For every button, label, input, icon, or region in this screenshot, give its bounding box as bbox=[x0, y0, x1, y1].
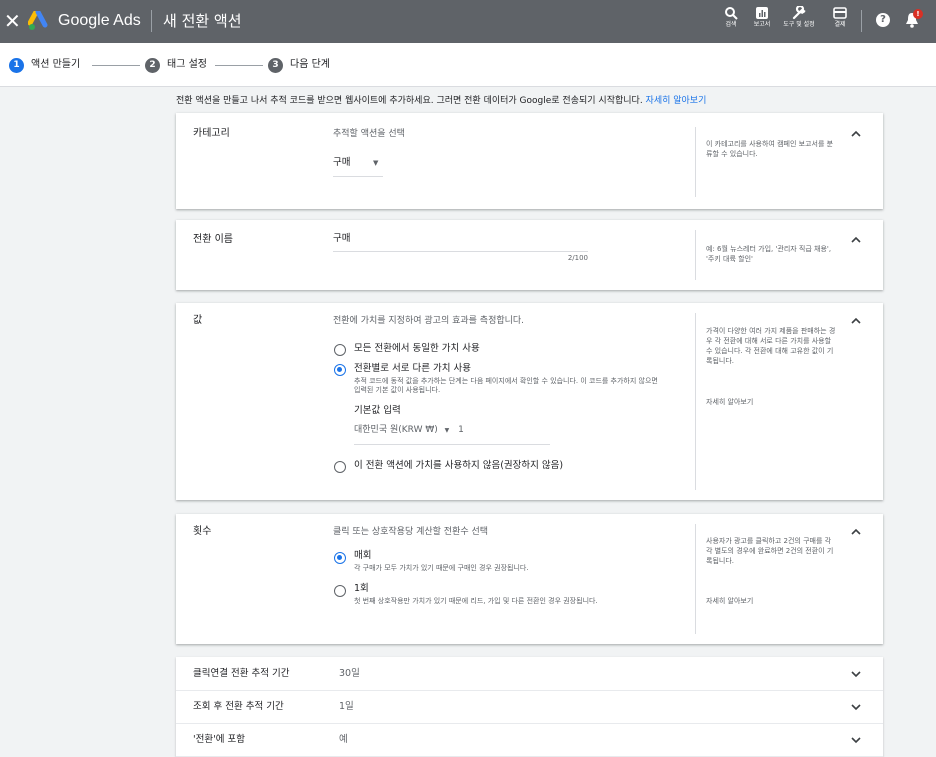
step-connector bbox=[215, 65, 263, 66]
row-value: 1일 bbox=[339, 701, 354, 712]
value-help: 가격이 다양한 여러 가지 제품을 판매하는 경우 각 전환에 대해 서로 다른… bbox=[706, 327, 836, 365]
step-number: 3 bbox=[268, 57, 283, 73]
radio-one-desc: 첫 번째 상호작용만 가치가 있기 때문에 리드, 가입 및 다른 전환인 경우… bbox=[354, 597, 598, 605]
value-prompt: 전환에 가치를 지정하여 광고의 효과를 측정합니다. bbox=[333, 316, 525, 326]
row-label: 조회 후 전환 추적 기간 bbox=[193, 701, 284, 712]
click-through-window-row[interactable]: 클릭연결 전환 추적 기간 30일 bbox=[176, 657, 883, 691]
step-label: 다음 단계 bbox=[290, 59, 330, 70]
category-help: 이 카테고리를 사용하여 캠페인 보고서를 분류할 수 있습니다. bbox=[706, 140, 834, 158]
step-label: 태그 설정 bbox=[167, 59, 207, 70]
radio-different-values-desc: 추적 코드에 동적 값을 추가하는 단계는 다음 페이지에서 확인할 수 있습니… bbox=[354, 377, 658, 394]
step-create-action[interactable]: 1 액션 만들기 bbox=[9, 57, 80, 73]
collapsed-settings: 클릭연결 전환 추적 기간 30일 조회 후 전환 추적 기간 1일 '전환'에… bbox=[176, 657, 883, 757]
chevron-up-icon[interactable] bbox=[849, 233, 863, 247]
radio-same-value-label: 모든 전환에서 동일한 가치 사용 bbox=[354, 343, 480, 354]
step-connector bbox=[92, 65, 140, 66]
header-divider bbox=[151, 10, 152, 32]
category-card: 카테고리 추적할 액션을 선택 구매 ▼ 이 카테고리를 사용하여 캠페인 보고… bbox=[176, 113, 883, 209]
row-value: 예 bbox=[339, 734, 348, 745]
chevron-up-icon[interactable] bbox=[849, 127, 863, 141]
reports-tool-button[interactable]: 보고서 bbox=[744, 6, 780, 28]
radio-every-desc: 각 구매가 모두 가치가 있기 때문에 구매인 경우 권장됩니다. bbox=[354, 564, 529, 572]
radio-every[interactable] bbox=[334, 552, 346, 564]
card-divider bbox=[695, 230, 696, 280]
step-tag-setup[interactable]: 2 태그 설정 bbox=[145, 57, 207, 73]
top-app-bar: ✕ Google Ads 새 전환 액션 검색 보고서 도구 및 설정 결제 ?… bbox=[0, 0, 936, 43]
radio-same-value[interactable] bbox=[334, 344, 346, 356]
stepper: 1 액션 만들기 2 태그 설정 3 다음 단계 bbox=[0, 43, 936, 87]
count-prompt: 클릭 또는 상호작용당 계산할 전환수 선택 bbox=[333, 527, 489, 537]
count-learn-more-link[interactable]: 자세히 알아보기 bbox=[706, 596, 836, 606]
radio-different-values[interactable] bbox=[334, 364, 346, 376]
close-icon[interactable]: ✕ bbox=[4, 9, 21, 33]
step-number: 1 bbox=[9, 57, 24, 73]
conversion-name-input[interactable]: 구매 bbox=[333, 232, 588, 252]
header-divider-right bbox=[861, 10, 862, 32]
radio-no-value[interactable] bbox=[334, 461, 346, 473]
card-title: 값 bbox=[193, 315, 203, 326]
billing-tool-button[interactable]: 결제 bbox=[822, 6, 858, 28]
intro-learn-more-link[interactable]: 자세히 알아보기 bbox=[646, 96, 707, 106]
view-through-window-row[interactable]: 조회 후 전환 추적 기간 1일 bbox=[176, 690, 883, 724]
step-label: 액션 만들기 bbox=[31, 59, 81, 70]
dropdown-arrow-icon: ▼ bbox=[373, 159, 379, 167]
default-value-input[interactable]: 1 bbox=[458, 425, 464, 435]
billing-tool-label: 결제 bbox=[834, 21, 846, 28]
help-icon[interactable]: ? bbox=[876, 13, 890, 27]
brand-name: Google Ads bbox=[58, 12, 141, 29]
google-ads-logo-icon bbox=[28, 11, 48, 30]
card-title: 전환 이름 bbox=[193, 234, 233, 245]
tools-settings-label: 도구 및 설정 bbox=[783, 21, 815, 28]
count-help: 사용자가 광고를 클릭하고 2건의 구매를 각각 별도의 경우에 완료하면 2건… bbox=[706, 537, 834, 565]
char-counter: 2/100 bbox=[567, 254, 588, 262]
tools-settings-button[interactable]: 도구 및 설정 bbox=[781, 6, 817, 28]
default-value-label: 기본값 입력 bbox=[354, 405, 401, 416]
row-label: '전환'에 포함 bbox=[193, 734, 245, 745]
radio-different-values-label: 전환별로 서로 다른 가치 사용 bbox=[354, 363, 471, 374]
chevron-down-icon[interactable] bbox=[849, 667, 863, 681]
intro-body: 전환 액션을 만들고 나서 추적 코드를 받으면 웹사이트에 추가하세요. 그러… bbox=[176, 96, 646, 106]
radio-one-label: 1회 bbox=[354, 583, 369, 594]
notification-badge: ! bbox=[913, 9, 923, 19]
name-help: 예: 6월 뉴스레터 가입, '관리자 직급 채용', '주키 대륙 할인' bbox=[706, 245, 832, 263]
default-value-field[interactable]: 대한민국 원(KRW ₩) ▼ 1 bbox=[354, 424, 550, 445]
card-divider bbox=[695, 524, 696, 634]
wrench-icon bbox=[792, 6, 806, 20]
category-selected-value: 구매 bbox=[333, 157, 351, 168]
radio-one[interactable] bbox=[334, 585, 346, 597]
reports-icon bbox=[756, 7, 768, 19]
billing-icon bbox=[833, 7, 847, 19]
row-value: 30일 bbox=[339, 668, 360, 679]
chevron-up-icon[interactable] bbox=[849, 314, 863, 328]
intro-text: 전환 액션을 만들고 나서 추적 코드를 받으면 웹사이트에 추가하세요. 그러… bbox=[176, 95, 876, 108]
count-card: 횟수 클릭 또는 상호작용당 계산할 전환수 선택 매회 각 구매가 모두 가치… bbox=[176, 514, 883, 644]
row-label: 클릭연결 전환 추적 기간 bbox=[193, 668, 290, 679]
value-learn-more-link[interactable]: 자세히 알아보기 bbox=[706, 397, 836, 407]
chevron-down-icon[interactable] bbox=[849, 700, 863, 714]
category-select[interactable]: 구매 ▼ bbox=[333, 156, 383, 177]
page-title: 새 전환 액션 bbox=[163, 12, 242, 30]
radio-no-value-label: 이 전환 액션에 가치를 사용하지 않음(권장하지 않음) bbox=[354, 460, 564, 471]
chevron-up-icon[interactable] bbox=[849, 525, 863, 539]
value-card: 값 전환에 가치를 지정하여 광고의 효과를 측정합니다. 모든 전환에서 동일… bbox=[176, 303, 883, 500]
conversion-name-card: 전환 이름 구매 2/100 예: 6월 뉴스레터 가입, '관리자 직급 채용… bbox=[176, 220, 883, 290]
search-icon bbox=[725, 7, 738, 20]
card-title: 카테고리 bbox=[193, 128, 230, 139]
chevron-down-icon[interactable] bbox=[849, 733, 863, 747]
card-divider bbox=[695, 313, 696, 490]
reports-tool-label: 보고서 bbox=[753, 21, 771, 28]
step-next-steps[interactable]: 3 다음 단계 bbox=[268, 57, 330, 73]
card-divider bbox=[695, 127, 696, 197]
category-prompt: 추적할 액션을 선택 bbox=[333, 129, 405, 139]
card-title: 횟수 bbox=[193, 526, 212, 537]
currency-select[interactable]: 대한민국 원(KRW ₩) bbox=[354, 425, 438, 435]
dropdown-arrow-icon: ▼ bbox=[444, 427, 450, 434]
include-in-conversions-row[interactable]: '전환'에 포함 예 bbox=[176, 723, 883, 757]
radio-every-label: 매회 bbox=[354, 550, 372, 561]
step-number: 2 bbox=[145, 57, 160, 73]
